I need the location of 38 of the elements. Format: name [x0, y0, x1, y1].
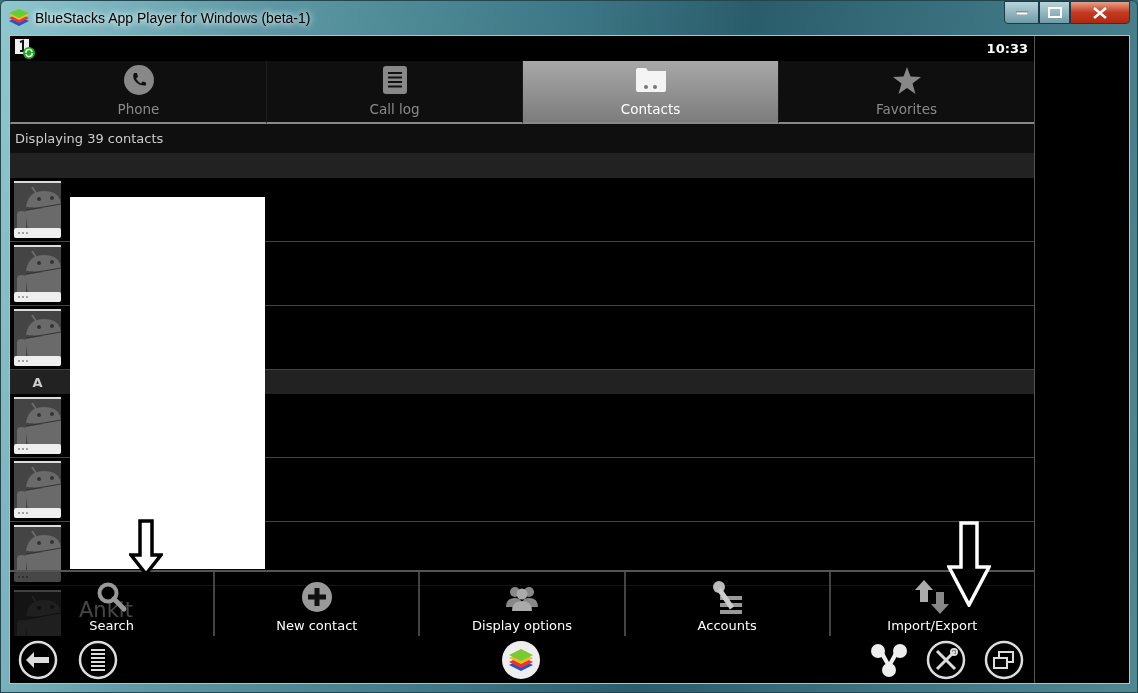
menu-icon[interactable]: [78, 639, 118, 680]
home-logo-icon[interactable]: [501, 640, 541, 680]
tab[interactable]: Phone: [10, 61, 266, 124]
accounts-icon: [710, 580, 745, 614]
windows-icon[interactable]: [984, 639, 1024, 680]
menu-item[interactable]: Display options: [420, 575, 624, 634]
avatar-icon: [14, 397, 61, 454]
phone-icon: [123, 65, 154, 95]
back-icon[interactable]: [18, 639, 58, 680]
tab[interactable]: Favorites: [778, 61, 1034, 124]
clock: 10:33: [986, 41, 1028, 56]
folder-icon: [635, 68, 666, 92]
avatar-icon: [14, 245, 61, 302]
menu-item[interactable]: Import/Export: [830, 575, 1034, 634]
maximize-button[interactable]: [1039, 1, 1070, 24]
minimize-button[interactable]: [1004, 1, 1039, 24]
avatar-icon: [14, 181, 61, 238]
transfer-icon: [915, 580, 950, 614]
app-logo-icon: [9, 9, 29, 27]
minimize-icon: [1015, 10, 1028, 15]
close-button[interactable]: [1070, 1, 1130, 24]
avatar-icon: [14, 309, 61, 366]
tools-icon[interactable]: [926, 639, 966, 680]
tab[interactable]: Call log: [266, 61, 522, 124]
avatar-icon: [14, 461, 61, 518]
notification-icon: [15, 38, 35, 59]
tab[interactable]: Contacts: [522, 61, 778, 124]
close-icon: [1093, 6, 1107, 19]
section-letter: A: [31, 374, 44, 390]
plus-icon: [300, 581, 333, 613]
window-title: BlueStacks App Player for Windows (beta-1): [35, 10, 311, 26]
contacts-count: Displaying 39 contacts: [15, 131, 164, 146]
maximize-icon: [1047, 7, 1062, 18]
menu-item[interactable]: New contact: [215, 575, 419, 634]
list-icon: [382, 66, 407, 94]
star-icon: [892, 66, 921, 94]
menu-item[interactable]: Accounts: [625, 575, 829, 634]
share-icon[interactable]: [870, 642, 908, 677]
